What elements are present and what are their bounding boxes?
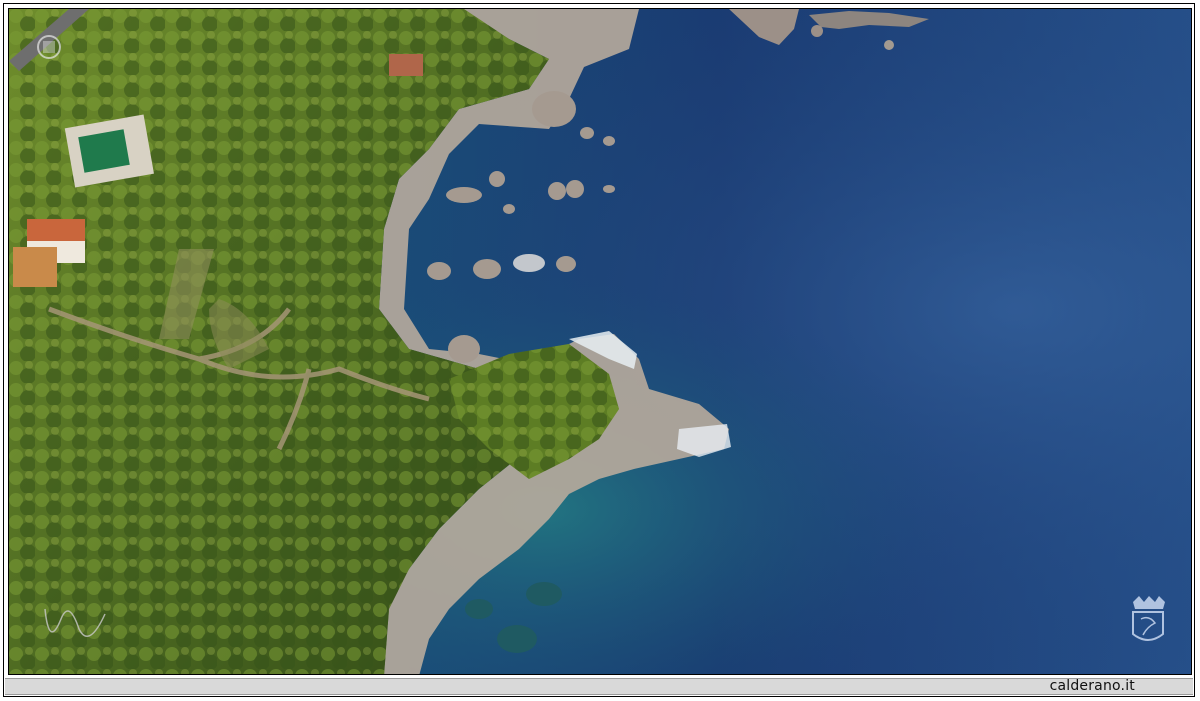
- photo-canvas: [9, 9, 1191, 674]
- caption-bar: calderano.it: [5, 678, 1193, 695]
- aerial-coast-photo: [8, 8, 1192, 675]
- site-label: calderano.it: [1049, 678, 1135, 694]
